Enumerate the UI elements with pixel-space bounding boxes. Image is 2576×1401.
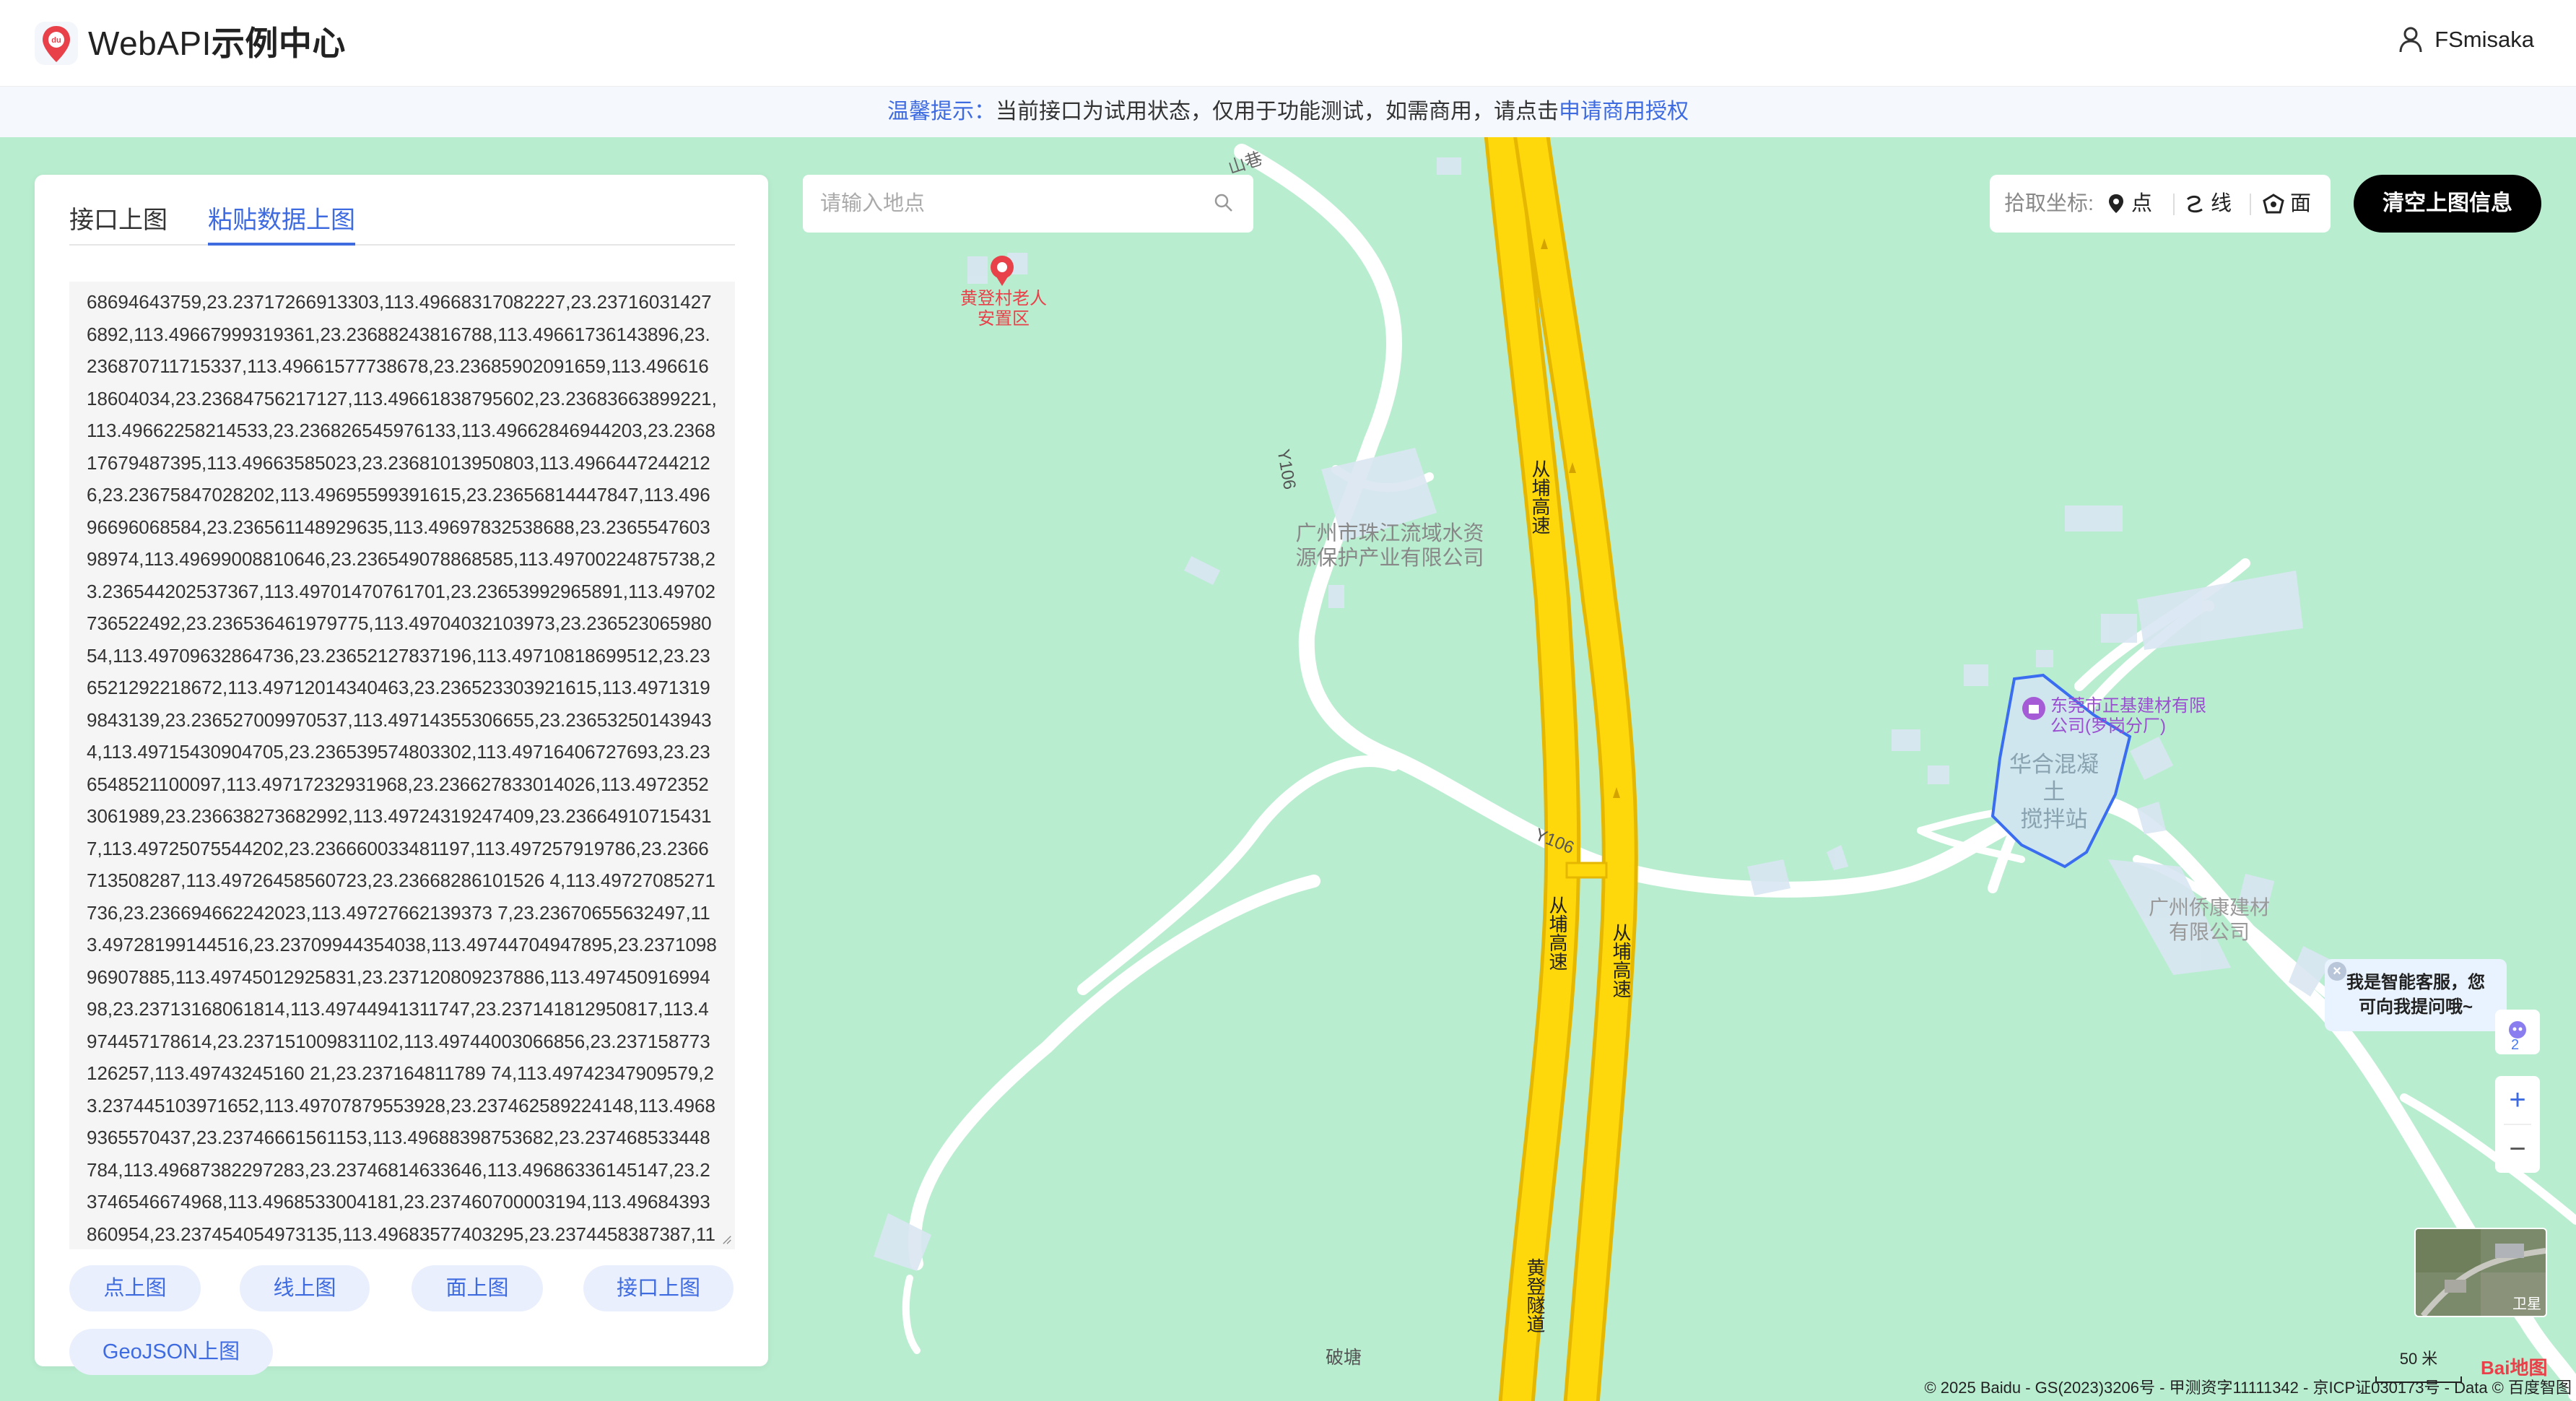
zoom-in-button[interactable]: + bbox=[2495, 1076, 2540, 1124]
zoom-out-button[interactable]: − bbox=[2495, 1125, 2540, 1173]
tab-api-upload[interactable]: 接口上图 bbox=[69, 196, 167, 244]
toolbar-divider bbox=[2173, 194, 2175, 215]
app-title-en: WebAPI bbox=[88, 25, 212, 62]
pick-polygon-option[interactable]: 面 bbox=[2263, 175, 2311, 233]
assistant-button[interactable]: 2 bbox=[2495, 1010, 2540, 1054]
api-upload-button[interactable]: 接口上图 bbox=[583, 1265, 734, 1311]
potang-label: 破塘 bbox=[1326, 1348, 1362, 1368]
polyline-icon bbox=[2186, 195, 2203, 213]
notice-bar: 温馨提示：当前接口为试用状态，仅用于功能测试，如需商用，请点击申请商用授权 bbox=[0, 87, 2576, 137]
logo-text: du bbox=[51, 36, 61, 45]
location-search-input[interactable]: 请输入地点 bbox=[803, 175, 1253, 233]
pick-point-label: 点 bbox=[2131, 192, 2153, 215]
app-title-cn: 示例中心 bbox=[211, 25, 346, 62]
apply-license-link[interactable]: 申请商用授权 bbox=[1559, 100, 1689, 123]
polygon-icon bbox=[2263, 194, 2284, 214]
ai-service-bubble[interactable]: × 我是智能客服，您 可向我提问哦~ bbox=[2325, 959, 2507, 1031]
zhengji-company-label: 东莞市正基建材有限 公司(罗岗分厂) bbox=[2050, 696, 2206, 736]
zhujiang-company-label: 广州市珠江流域水资 源保护产业有限公司 bbox=[1295, 522, 1484, 570]
qiaokang-company-label: 广州侨康建材 有限公司 bbox=[2148, 896, 2270, 943]
assistant-badge: 2 bbox=[2511, 1037, 2520, 1053]
pick-line-option[interactable]: 线 bbox=[2185, 175, 2232, 233]
zoom-control: + − bbox=[2495, 1076, 2540, 1173]
tab-paste-upload[interactable]: 粘贴数据上图 bbox=[208, 196, 355, 246]
top-header: du WebAPI示例中心 FSmisaka bbox=[0, 0, 2576, 87]
service-line-2: 可向我提问哦~ bbox=[2358, 997, 2473, 1017]
zhengji-company-poi[interactable]: 东莞市正基建材有限 公司(罗岗分厂) bbox=[2022, 696, 2206, 737]
user-icon bbox=[2399, 27, 2422, 53]
coordinate-data-textarea[interactable]: 68694643759,23.23717266913303,113.496683… bbox=[69, 282, 735, 1249]
pick-coordinate-toolbar: 拾取坐标: 点 线 面 bbox=[1990, 175, 2331, 233]
panel-tabs: 接口上图 粘贴数据上图 bbox=[69, 196, 735, 246]
resize-handle-icon[interactable] bbox=[722, 1235, 732, 1245]
app-title: WebAPI示例中心 bbox=[88, 20, 346, 66]
search-icon[interactable] bbox=[1213, 192, 1235, 214]
shop-icon bbox=[2022, 697, 2045, 720]
clear-map-button[interactable]: 清空上图信息 bbox=[2354, 175, 2541, 233]
pick-polygon-label: 面 bbox=[2290, 192, 2312, 215]
close-icon[interactable]: × bbox=[2328, 962, 2346, 981]
polygon-upload-button[interactable]: 面上图 bbox=[412, 1265, 543, 1311]
scale-label: 50 米 bbox=[2399, 1350, 2438, 1368]
point-upload-button[interactable]: 点上图 bbox=[69, 1265, 201, 1311]
notice-label: 温馨提示： bbox=[887, 100, 996, 123]
elder-area-label: 黄登村老人 安置区 bbox=[960, 289, 1047, 329]
user-menu[interactable]: FSmisaka bbox=[2398, 26, 2534, 53]
huahe-plant-label: 华合混凝土 搅拌站 bbox=[2009, 752, 2099, 832]
tunnel-label: 黄登隧道 bbox=[1524, 1258, 1546, 1333]
upload-panel: 接口上图 粘贴数据上图 68694643759,23.2371726691330… bbox=[35, 175, 768, 1375]
pick-point-option[interactable]: 点 bbox=[2107, 175, 2152, 233]
map-copyright: © 2025 Baidu - GS(2023)3206号 - 甲测资字11111… bbox=[1924, 1379, 2572, 1397]
notice-text: 当前接口为试用状态，仅用于功能测试，如需商用，请点击 bbox=[996, 100, 1559, 123]
satellite-label: 卫星 bbox=[2512, 1296, 2541, 1312]
satellite-toggle[interactable]: 卫星 bbox=[2414, 1228, 2547, 1317]
toolbar-divider bbox=[2250, 194, 2251, 215]
poi-pin-icon bbox=[991, 256, 1014, 286]
pick-line-label: 线 bbox=[2211, 192, 2232, 215]
geojson-upload-button[interactable]: GeoJSON上图 bbox=[69, 1329, 273, 1375]
road-congbu-label-1: 从埔高速 bbox=[1529, 459, 1551, 534]
line-upload-button[interactable]: 线上图 bbox=[240, 1265, 370, 1311]
road-congbu-label-3: 从埔高速 bbox=[1610, 923, 1632, 998]
baidu-map-logo[interactable]: du bbox=[33, 20, 79, 66]
service-line-1: 我是智能客服，您 bbox=[2346, 973, 2485, 992]
pick-label: 拾取坐标: bbox=[2004, 192, 2094, 215]
road-congbu-label-2: 从埔高速 bbox=[1546, 895, 1568, 971]
username: FSmisaka bbox=[2434, 27, 2534, 52]
elder-area-marker[interactable] bbox=[962, 254, 1041, 292]
map-pin-logo-icon: du bbox=[35, 22, 78, 65]
location-pin-icon bbox=[2109, 194, 2123, 213]
